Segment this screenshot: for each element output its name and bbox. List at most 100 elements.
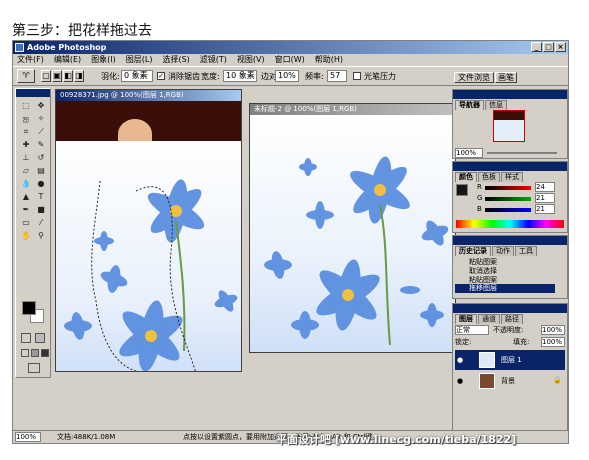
- eyedropper-icon[interactable]: ⁄: [34, 217, 48, 229]
- layer-name[interactable]: 背景: [501, 376, 515, 386]
- r-slider[interactable]: [485, 186, 531, 190]
- hand-tool-icon[interactable]: ✋: [19, 230, 33, 242]
- lasso-tool-preset-icon[interactable]: ♈: [17, 69, 35, 83]
- tab-tools[interactable]: 工具: [515, 246, 537, 256]
- tab-actions[interactable]: 动作: [492, 246, 514, 256]
- frequency-input[interactable]: 57: [327, 70, 347, 82]
- notes-tool-icon[interactable]: ▭: [19, 217, 33, 229]
- pen-pressure-checkbox[interactable]: [353, 72, 361, 80]
- doc-size: 文档:488K/1.08M: [57, 433, 116, 441]
- eye-icon[interactable]: ●: [457, 377, 463, 385]
- marquee-tool-icon[interactable]: ⬚: [19, 100, 33, 112]
- menu-file[interactable]: 文件(F): [17, 54, 44, 66]
- crop-tool-icon[interactable]: ⌗: [19, 126, 33, 138]
- watermark: 平面设计吧 [www.linecg.com/tieba/1822]: [276, 433, 517, 446]
- tab-channels[interactable]: 通道: [478, 314, 500, 324]
- document-2-canvas[interactable]: [250, 115, 455, 352]
- tab-file-browser[interactable]: 文件浏览: [454, 72, 494, 83]
- tab-color[interactable]: 颜色: [455, 172, 477, 182]
- menu-window[interactable]: 窗口(W): [275, 54, 305, 66]
- navigator-zoom-field[interactable]: 100%: [455, 148, 483, 158]
- navigator-panel: 导航器 信息 100%: [452, 89, 568, 159]
- menu-layer[interactable]: 图层(L): [126, 54, 153, 66]
- tab-navigator[interactable]: 导航器: [455, 100, 484, 110]
- antialias-label: 消除锯齿: [168, 72, 200, 81]
- screen-mode-1-icon[interactable]: [21, 349, 29, 357]
- maximize-button[interactable]: □: [543, 42, 554, 52]
- antialias-checkbox[interactable]: ✓: [157, 72, 165, 80]
- healing-brush-icon[interactable]: ✚: [19, 139, 33, 151]
- tab-brushes[interactable]: 画笔: [495, 72, 517, 83]
- document-window-2[interactable]: 未标题-2 @ 100%(图层 1,RGB): [249, 103, 456, 353]
- zoom-tool-icon[interactable]: ⚲: [34, 230, 48, 242]
- pen-tool-icon[interactable]: ✒: [19, 204, 33, 216]
- title-bar: Adobe Photoshop _ □ ×: [13, 41, 568, 54]
- layer-name[interactable]: 图层 1: [501, 355, 522, 365]
- lasso-tool-icon[interactable]: ஐ: [19, 113, 33, 125]
- blend-mode-select[interactable]: 正常: [455, 325, 489, 335]
- menu-view[interactable]: 视图(V): [237, 54, 265, 66]
- eye-icon[interactable]: ●: [457, 356, 463, 364]
- zoom-field[interactable]: 100%: [15, 432, 41, 442]
- tab-layers[interactable]: 图层: [455, 314, 477, 324]
- foreground-color-swatch[interactable]: [22, 301, 36, 315]
- standard-mode-icon[interactable]: [21, 333, 31, 343]
- layer-row-selected[interactable]: ● 图层 1: [455, 350, 565, 370]
- menu-filter[interactable]: 滤镜(T): [200, 54, 227, 66]
- document-1-canvas[interactable]: [56, 101, 241, 371]
- minimize-button[interactable]: _: [531, 42, 542, 52]
- tab-history[interactable]: 历史记录: [455, 246, 491, 256]
- brush-tool-icon[interactable]: ✎: [34, 139, 48, 151]
- dodge-tool-icon[interactable]: ●: [34, 178, 48, 190]
- contrast-input[interactable]: 10%: [275, 70, 299, 82]
- screen-mode-3-icon[interactable]: [41, 349, 49, 357]
- r-value[interactable]: 24: [535, 182, 555, 192]
- shape-tool-icon[interactable]: ■: [34, 204, 48, 216]
- history-brush-icon[interactable]: ↺: [34, 152, 48, 164]
- clone-stamp-icon[interactable]: ⊥: [19, 152, 33, 164]
- blur-tool-icon[interactable]: 💧: [19, 178, 33, 190]
- g-value[interactable]: 21: [535, 193, 555, 203]
- history-item-selected[interactable]: 拖移图层: [455, 284, 555, 293]
- b-label: B: [477, 205, 482, 213]
- navigator-panel-header: [453, 90, 567, 99]
- tab-swatches[interactable]: 色板: [478, 172, 500, 182]
- document-window-1[interactable]: 00928371.jpg @ 100%(图层 1,RGB): [55, 89, 242, 372]
- tab-paths[interactable]: 路径: [501, 314, 523, 324]
- navigator-zoom-slider[interactable]: [487, 152, 557, 154]
- layer-row[interactable]: ● 背景 🔒: [455, 371, 565, 391]
- tab-info[interactable]: 信息: [485, 100, 507, 110]
- g-slider[interactable]: [485, 197, 531, 201]
- fill-input[interactable]: 100%: [541, 337, 565, 347]
- magic-wand-icon[interactable]: ✧: [34, 113, 48, 125]
- menu-select[interactable]: 选择(S): [162, 54, 189, 66]
- menu-image[interactable]: 图象(I): [91, 54, 116, 66]
- quickmask-mode-icon[interactable]: [35, 333, 45, 343]
- type-tool-icon[interactable]: T: [34, 191, 48, 203]
- menu-edit[interactable]: 编辑(E): [54, 54, 81, 66]
- color-panel: 颜色 色板 样式 R 24 G 21 B 21: [452, 161, 568, 233]
- subtract-selection-icon[interactable]: ◧: [63, 70, 73, 82]
- color-ramp[interactable]: [456, 220, 564, 228]
- jump-to-imageready-icon[interactable]: [28, 363, 40, 373]
- color-fg-swatch[interactable]: [456, 184, 468, 196]
- slice-tool-icon[interactable]: ⟋: [34, 126, 48, 138]
- feather-input[interactable]: 0 象素: [121, 70, 153, 82]
- new-selection-icon[interactable]: ▢: [41, 70, 51, 82]
- pen-pressure-label: 光笔压力: [364, 72, 396, 81]
- path-select-icon[interactable]: ▲: [19, 191, 33, 203]
- move-tool-icon[interactable]: ✥: [34, 100, 48, 112]
- gradient-tool-icon[interactable]: ▤: [34, 165, 48, 177]
- width-input[interactable]: 10 象素: [223, 70, 257, 82]
- eraser-tool-icon[interactable]: ▱: [19, 165, 33, 177]
- screen-mode-2-icon[interactable]: [31, 349, 39, 357]
- tab-styles[interactable]: 样式: [501, 172, 523, 182]
- b-value[interactable]: 21: [535, 204, 555, 214]
- b-slider[interactable]: [485, 208, 531, 212]
- navigator-thumbnail[interactable]: [493, 110, 525, 142]
- add-selection-icon[interactable]: ▣: [52, 70, 62, 82]
- opacity-input[interactable]: 100%: [541, 325, 565, 335]
- menu-help[interactable]: 帮助(H): [315, 54, 343, 66]
- close-button[interactable]: ×: [555, 42, 566, 52]
- intersect-selection-icon[interactable]: ◨: [74, 70, 84, 82]
